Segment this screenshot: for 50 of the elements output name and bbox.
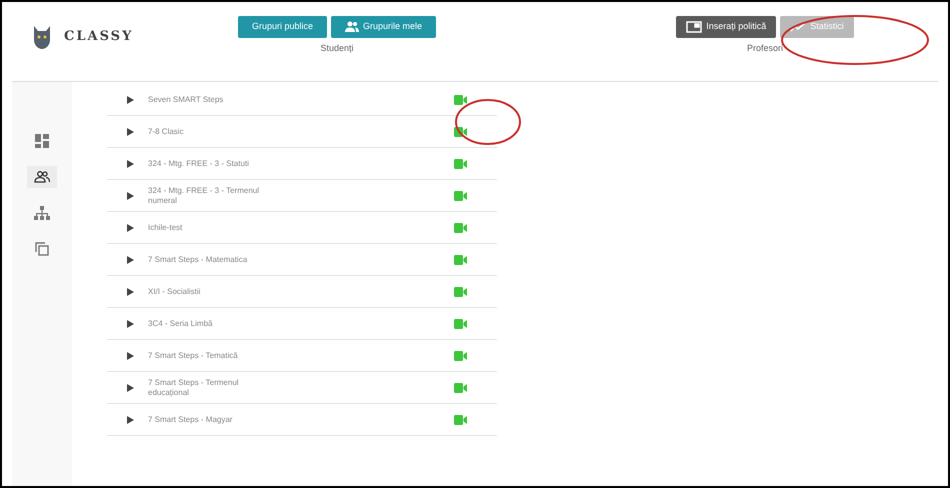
group-name: 3C4 - Seria Limbă: [148, 318, 214, 328]
group-row[interactable]: 7-8 Clasic: [107, 116, 497, 148]
expand-arrow-icon[interactable]: [127, 96, 134, 104]
expand-arrow-icon[interactable]: [127, 384, 134, 392]
group-name: XI/I - Socialistii: [148, 286, 202, 296]
expand-arrow-icon[interactable]: [127, 288, 134, 296]
people-icon[interactable]: [34, 171, 50, 183]
expand-arrow-icon[interactable]: [127, 320, 134, 328]
logo-text: CLASSY: [64, 28, 134, 46]
group-name: 7 Smart Steps - Magyar: [148, 414, 234, 424]
highlight-ellipse: [454, 98, 522, 146]
group-name: Seven SMART Steps: [148, 94, 224, 104]
screen-icon: [686, 21, 702, 33]
copy-icon[interactable]: [35, 242, 49, 256]
line-chart-icon: [790, 22, 806, 32]
group-row[interactable]: 7 Smart Steps - Tematică: [107, 340, 497, 372]
group-name: 324 - Mtg. FREE - 3 - Termenul numeral: [148, 186, 260, 206]
group-name: 7 Smart Steps - Termenul educațional: [148, 378, 240, 398]
hierarchy-icon[interactable]: [34, 206, 50, 220]
group-row[interactable]: Ichile-test: [107, 212, 497, 244]
people-icon: [345, 21, 359, 33]
group-button[interactable]: Grupuri publice: [238, 16, 327, 38]
group-name: 7 Smart Steps - Tematică: [148, 350, 239, 360]
teacher-button[interactable]: Statistici: [780, 16, 854, 38]
expand-arrow-icon[interactable]: [127, 256, 134, 264]
expand-arrow-icon[interactable]: [127, 416, 134, 424]
group-button[interactable]: Grupurile mele: [331, 16, 436, 38]
expand-arrow-icon[interactable]: [127, 192, 134, 200]
expand-arrow-icon[interactable]: [127, 224, 134, 232]
section-heading: Studenți: [320, 42, 354, 55]
group-row[interactable]: 7 Smart Steps - Matematica: [107, 244, 497, 276]
expand-arrow-icon[interactable]: [127, 160, 134, 168]
group-name: Ichile-test: [148, 222, 184, 232]
group-row[interactable]: 7 Smart Steps - Magyar: [107, 404, 497, 436]
expand-arrow-icon[interactable]: [127, 352, 134, 360]
video-call-icon[interactable]: [454, 126, 467, 136]
dashboard-icon[interactable]: [35, 134, 49, 148]
group-name: 7 Smart Steps - Matematica: [148, 254, 248, 264]
group-row[interactable]: 7 Smart Steps - Termenul educațional: [107, 372, 497, 404]
group-row[interactable]: Seven SMART Steps: [107, 84, 497, 116]
expand-arrow-icon[interactable]: [127, 128, 134, 136]
group-name: 324 - Mtg. FREE - 3 - Statuti: [148, 158, 250, 168]
group-row[interactable]: XI/I - Socialistii: [107, 276, 497, 308]
group-name: 7-8 Clasic: [148, 126, 185, 136]
teacher-button[interactable]: Inserați politică: [676, 16, 776, 38]
group-row[interactable]: 3C4 - Seria Limbă: [107, 308, 497, 340]
cat-logo-icon: [32, 24, 52, 50]
section-heading: Profesori: [746, 42, 783, 55]
group-row[interactable]: 324 - Mtg. FREE - 3 - Statuti: [107, 148, 497, 180]
group-row[interactable]: 324 - Mtg. FREE - 3 - Termenul numeral: [107, 180, 497, 212]
